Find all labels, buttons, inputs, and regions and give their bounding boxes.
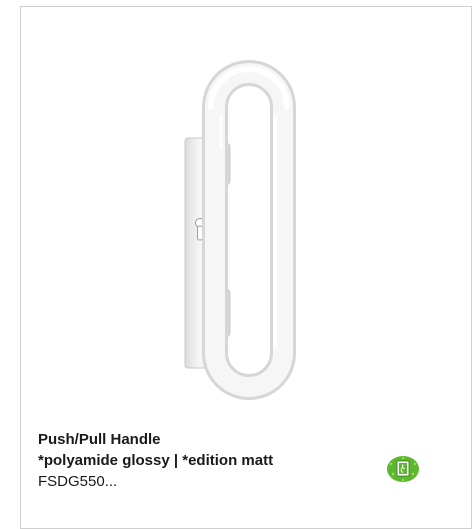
product-image[interactable] [21, 7, 471, 427]
product-card[interactable]: Push/Pull Handle *polyamide glossy | *ed… [20, 6, 472, 529]
product-title[interactable]: Push/Pull Handle [38, 429, 398, 450]
push-pull-handle-image [184, 60, 296, 400]
product-info: Push/Pull Handle *polyamide glossy | *ed… [38, 429, 398, 492]
emergency-exit-badge-icon [386, 455, 420, 483]
handle-loop [202, 60, 296, 400]
product-code: FSDG550... [38, 473, 118, 490]
product-subtitle: *polyamide glossy | *edition matt [38, 452, 274, 469]
